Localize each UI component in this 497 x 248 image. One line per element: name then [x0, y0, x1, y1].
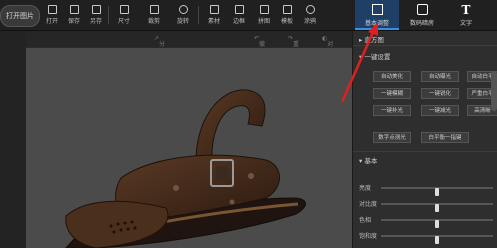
crop-icon: [149, 5, 159, 14]
left-strip: [0, 31, 26, 248]
auto-level-button[interactable]: 数字点测光: [373, 132, 411, 143]
tool-label: 素材: [207, 18, 220, 25]
slider-label: 饱和度: [359, 233, 378, 240]
slider-track[interactable]: [381, 203, 493, 212]
tab-label: 数码暗房: [409, 20, 434, 27]
tool-save[interactable]: 保存: [62, 5, 86, 25]
tool-label: 模板: [280, 18, 293, 25]
slider-knob[interactable]: [435, 236, 439, 244]
preset-button[interactable]: 一键减光: [421, 105, 459, 116]
share-button[interactable]: ↗ 分享: [154, 35, 165, 57]
toolbar-divider: [108, 6, 109, 24]
tool-material[interactable]: 素材: [202, 5, 226, 25]
tool-label: 尺寸: [117, 18, 130, 25]
tool-frame[interactable]: 边框: [227, 5, 251, 25]
slider-track[interactable]: [381, 187, 493, 196]
tab-label: 文字: [459, 20, 472, 27]
tool-crop[interactable]: 裁剪: [142, 5, 166, 25]
slider-knob[interactable]: [435, 220, 439, 228]
sandal-photo: [65, 89, 306, 248]
doodle-icon: [305, 5, 315, 14]
resize-icon: [119, 5, 129, 14]
basic-label: 基本: [364, 157, 378, 165]
tool-label: 保存: [67, 18, 80, 25]
slider-knob[interactable]: [435, 204, 439, 212]
rotate-icon: [178, 5, 188, 14]
save-icon: [69, 5, 79, 14]
text-icon: T: [461, 3, 471, 17]
preset-button[interactable]: 一键锐化: [421, 88, 459, 99]
frame-icon: [234, 5, 244, 14]
template-icon: [282, 5, 292, 14]
tool-template[interactable]: 模板: [275, 5, 299, 25]
collage-icon: [259, 5, 269, 14]
tool-doodle[interactable]: 涂鸦: [298, 5, 322, 25]
hue-slider[interactable]: 色相: [359, 215, 497, 228]
slider-track[interactable]: [381, 219, 493, 228]
slider-label: 对比度: [359, 201, 378, 208]
tool-label: 另存: [89, 18, 102, 25]
slider-track[interactable]: [381, 235, 493, 244]
open-icon: [47, 5, 57, 14]
preset-button[interactable]: 自动曝光: [421, 71, 459, 82]
image-canvas[interactable]: [26, 48, 352, 248]
adjust-icon: [371, 4, 383, 15]
undo-button[interactable]: ↶ 撤销: [254, 35, 265, 57]
slider-label: 亮度: [359, 185, 372, 192]
brightness-slider[interactable]: 亮度: [359, 183, 497, 196]
tool-save-as[interactable]: 另存: [84, 5, 108, 25]
contrast-slider[interactable]: 对比度: [359, 199, 497, 212]
slider-knob[interactable]: [435, 188, 439, 196]
divider: [353, 151, 497, 152]
material-icon: [209, 5, 219, 14]
tool-resize[interactable]: 尺寸: [112, 5, 136, 25]
main-toolbar: 打开图片 打开 保存 另存 尺寸 裁剪 旋转 素材 边框 拼图 模板 涂鸦 基本…: [0, 0, 497, 31]
tool-label: 边框: [232, 18, 245, 25]
tab-digital-darkroom[interactable]: 数码暗房: [400, 0, 444, 30]
redo-button[interactable]: ↷ 重做: [288, 35, 299, 57]
tab-text[interactable]: T 文字: [444, 0, 488, 30]
tool-label: 拼图: [257, 18, 270, 25]
tool-rotate[interactable]: 旋转: [171, 5, 195, 25]
basic-header[interactable]: ▾ 基本: [359, 155, 377, 165]
panel-scrollbar[interactable]: [491, 71, 497, 111]
tool-label: 打开: [45, 18, 58, 25]
tool-label: 涂鸦: [303, 18, 316, 25]
action-bar: ↗ 分享 ↶ 撤销 ↷ 重做 ◐ 对比: [26, 31, 352, 57]
annotation-arrow: [340, 22, 378, 103]
open-image-button[interactable]: 打开图片: [0, 5, 40, 27]
toolbar-divider: [198, 6, 199, 24]
save-as-icon: [91, 5, 101, 14]
compare-button[interactable]: ◐ 对比: [322, 35, 333, 57]
tool-label: 裁剪: [147, 18, 160, 25]
tool-label: 旋转: [176, 18, 189, 25]
tool-collage[interactable]: 拼图: [252, 5, 276, 25]
darkroom-icon: [416, 4, 428, 15]
slider-label: 色相: [359, 217, 372, 224]
saturation-slider[interactable]: 饱和度: [359, 231, 497, 244]
auto-wb-button[interactable]: 白平衡一指键: [421, 132, 469, 143]
tool-open[interactable]: 打开: [40, 5, 64, 25]
